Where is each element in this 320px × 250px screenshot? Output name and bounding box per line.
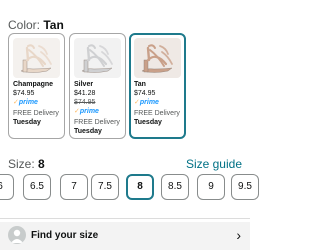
color-option-silver[interactable]: Silver $41.28 $74.95 ✓prime FREE Deliver…	[69, 33, 126, 139]
size-guide-link[interactable]: Size guide	[186, 157, 242, 171]
color-name: Silver	[74, 81, 94, 88]
size-option-selected[interactable]: 8	[126, 174, 154, 200]
size-option[interactable]: 7	[60, 174, 88, 200]
sandal-image	[20, 44, 52, 73]
color-name: Champagne	[13, 81, 54, 88]
selected-color: Tan	[43, 18, 64, 32]
prime-badge: ✓prime	[74, 108, 99, 116]
person-icon	[8, 226, 26, 244]
color-name: Tan	[134, 81, 146, 88]
sandal-image	[81, 44, 113, 73]
color-option-champagne[interactable]: Champagne $74.95 ✓prime FREE Delivery Tu…	[8, 33, 65, 139]
color-label: Color:	[8, 18, 41, 32]
find-your-size-label: Find your size	[31, 230, 99, 241]
prime-badge: ✓prime	[13, 99, 38, 107]
size-option[interactable]: 6.5	[23, 174, 51, 200]
delivery-text: FREE Delivery	[134, 110, 180, 117]
delivery-text: FREE Delivery	[74, 119, 120, 126]
selected-size: 8	[38, 157, 45, 171]
size-header: Size: 8	[8, 157, 45, 171]
color-price: $74.95	[13, 90, 35, 97]
color-price: $41.28	[74, 90, 96, 97]
product-thumbnail	[134, 38, 181, 78]
top-strip	[0, 0, 250, 6]
chevron-right-icon: ›	[236, 227, 241, 243]
size-option[interactable]: 7.5	[91, 174, 119, 200]
color-option-tan[interactable]: Tan $74.95 ✓prime FREE Delivery Tuesday	[129, 33, 186, 139]
divider	[0, 218, 250, 219]
size-option[interactable]: 9	[197, 174, 225, 200]
prime-badge: ✓prime	[134, 99, 159, 107]
size-option[interactable]: 6	[0, 174, 14, 200]
size-option[interactable]: 9.5	[231, 174, 259, 200]
product-thumbnail	[13, 38, 60, 78]
color-price: $74.95	[134, 90, 156, 97]
delivery-day: Tuesday	[13, 119, 41, 126]
size-label: Size:	[8, 157, 35, 171]
delivery-text: FREE Delivery	[13, 110, 59, 117]
list-price: $74.95	[74, 99, 96, 106]
prime-label: prime	[79, 108, 99, 115]
delivery-day: Tuesday	[134, 119, 162, 126]
sandal-image	[141, 44, 173, 73]
product-thumbnail	[74, 38, 121, 78]
size-option[interactable]: 8.5	[161, 174, 189, 200]
delivery-day: Tuesday	[74, 128, 102, 135]
prime-label: prime	[139, 99, 159, 106]
color-header: Color: Tan	[8, 18, 64, 32]
prime-label: prime	[18, 99, 38, 106]
